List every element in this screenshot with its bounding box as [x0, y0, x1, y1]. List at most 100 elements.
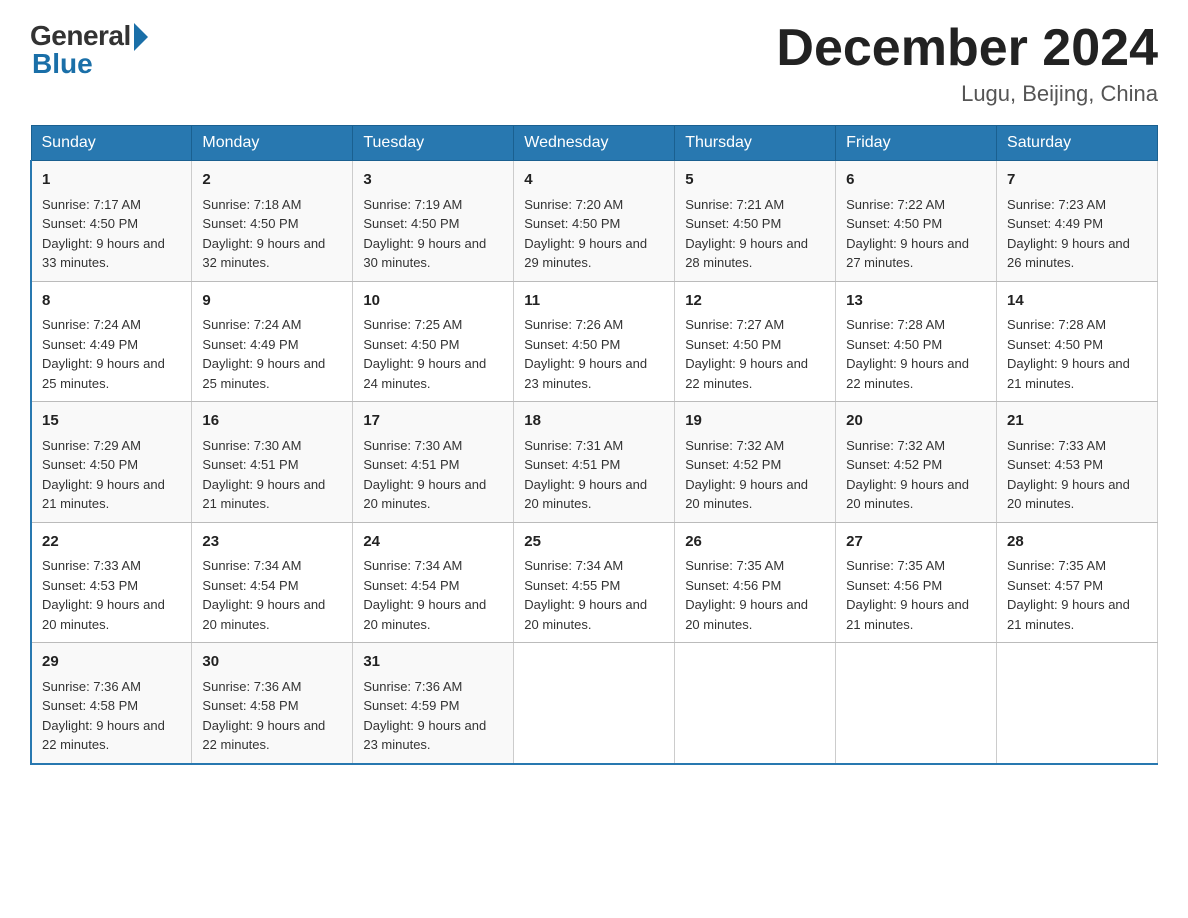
- week-row-2: 8 Sunrise: 7:24 AMSunset: 4:49 PMDayligh…: [31, 281, 1158, 402]
- logo-blue-text: Blue: [32, 48, 93, 80]
- calendar-cell: 31 Sunrise: 7:36 AMSunset: 4:59 PMDaylig…: [353, 643, 514, 764]
- calendar-cell: [836, 643, 997, 764]
- day-info: Sunrise: 7:35 AMSunset: 4:56 PMDaylight:…: [685, 558, 808, 632]
- day-info: Sunrise: 7:31 AMSunset: 4:51 PMDaylight:…: [524, 438, 647, 512]
- day-info: Sunrise: 7:24 AMSunset: 4:49 PMDaylight:…: [42, 317, 165, 391]
- day-number: 12: [685, 290, 825, 313]
- day-info: Sunrise: 7:36 AMSunset: 4:58 PMDaylight:…: [202, 679, 325, 753]
- calendar-cell: 19 Sunrise: 7:32 AMSunset: 4:52 PMDaylig…: [675, 402, 836, 523]
- day-info: Sunrise: 7:34 AMSunset: 4:54 PMDaylight:…: [202, 558, 325, 632]
- day-number: 26: [685, 531, 825, 554]
- calendar-cell: [675, 643, 836, 764]
- calendar-cell: 14 Sunrise: 7:28 AMSunset: 4:50 PMDaylig…: [997, 281, 1158, 402]
- day-info: Sunrise: 7:35 AMSunset: 4:57 PMDaylight:…: [1007, 558, 1130, 632]
- day-info: Sunrise: 7:34 AMSunset: 4:54 PMDaylight:…: [363, 558, 486, 632]
- calendar-cell: 25 Sunrise: 7:34 AMSunset: 4:55 PMDaylig…: [514, 522, 675, 643]
- calendar-cell: 30 Sunrise: 7:36 AMSunset: 4:58 PMDaylig…: [192, 643, 353, 764]
- day-info: Sunrise: 7:26 AMSunset: 4:50 PMDaylight:…: [524, 317, 647, 391]
- day-number: 4: [524, 169, 664, 192]
- day-number: 5: [685, 169, 825, 192]
- calendar-cell: 5 Sunrise: 7:21 AMSunset: 4:50 PMDayligh…: [675, 161, 836, 282]
- calendar-cell: 13 Sunrise: 7:28 AMSunset: 4:50 PMDaylig…: [836, 281, 997, 402]
- calendar-cell: 28 Sunrise: 7:35 AMSunset: 4:57 PMDaylig…: [997, 522, 1158, 643]
- location-text: Lugu, Beijing, China: [776, 81, 1158, 107]
- header-thursday: Thursday: [675, 126, 836, 161]
- calendar-cell: 21 Sunrise: 7:33 AMSunset: 4:53 PMDaylig…: [997, 402, 1158, 523]
- calendar-cell: [514, 643, 675, 764]
- calendar-cell: 3 Sunrise: 7:19 AMSunset: 4:50 PMDayligh…: [353, 161, 514, 282]
- day-number: 7: [1007, 169, 1147, 192]
- week-row-5: 29 Sunrise: 7:36 AMSunset: 4:58 PMDaylig…: [31, 643, 1158, 764]
- day-info: Sunrise: 7:21 AMSunset: 4:50 PMDaylight:…: [685, 197, 808, 271]
- day-number: 15: [42, 410, 181, 433]
- day-info: Sunrise: 7:36 AMSunset: 4:59 PMDaylight:…: [363, 679, 486, 753]
- calendar-cell: 18 Sunrise: 7:31 AMSunset: 4:51 PMDaylig…: [514, 402, 675, 523]
- day-number: 1: [42, 169, 181, 192]
- week-row-1: 1 Sunrise: 7:17 AMSunset: 4:50 PMDayligh…: [31, 161, 1158, 282]
- title-area: December 2024 Lugu, Beijing, China: [776, 20, 1158, 107]
- day-number: 2: [202, 169, 342, 192]
- day-info: Sunrise: 7:22 AMSunset: 4:50 PMDaylight:…: [846, 197, 969, 271]
- month-title: December 2024: [776, 20, 1158, 77]
- calendar-cell: 10 Sunrise: 7:25 AMSunset: 4:50 PMDaylig…: [353, 281, 514, 402]
- calendar-cell: 6 Sunrise: 7:22 AMSunset: 4:50 PMDayligh…: [836, 161, 997, 282]
- header-monday: Monday: [192, 126, 353, 161]
- header-sunday: Sunday: [31, 126, 192, 161]
- day-info: Sunrise: 7:17 AMSunset: 4:50 PMDaylight:…: [42, 197, 165, 271]
- calendar-cell: 8 Sunrise: 7:24 AMSunset: 4:49 PMDayligh…: [31, 281, 192, 402]
- header-saturday: Saturday: [997, 126, 1158, 161]
- day-info: Sunrise: 7:23 AMSunset: 4:49 PMDaylight:…: [1007, 197, 1130, 271]
- day-info: Sunrise: 7:28 AMSunset: 4:50 PMDaylight:…: [846, 317, 969, 391]
- header-friday: Friday: [836, 126, 997, 161]
- day-info: Sunrise: 7:25 AMSunset: 4:50 PMDaylight:…: [363, 317, 486, 391]
- calendar-cell: 23 Sunrise: 7:34 AMSunset: 4:54 PMDaylig…: [192, 522, 353, 643]
- day-number: 17: [363, 410, 503, 433]
- day-info: Sunrise: 7:19 AMSunset: 4:50 PMDaylight:…: [363, 197, 486, 271]
- day-number: 8: [42, 290, 181, 313]
- day-info: Sunrise: 7:18 AMSunset: 4:50 PMDaylight:…: [202, 197, 325, 271]
- day-number: 22: [42, 531, 181, 554]
- calendar-cell: 9 Sunrise: 7:24 AMSunset: 4:49 PMDayligh…: [192, 281, 353, 402]
- day-number: 10: [363, 290, 503, 313]
- day-info: Sunrise: 7:30 AMSunset: 4:51 PMDaylight:…: [363, 438, 486, 512]
- day-number: 20: [846, 410, 986, 433]
- calendar-cell: 27 Sunrise: 7:35 AMSunset: 4:56 PMDaylig…: [836, 522, 997, 643]
- day-info: Sunrise: 7:29 AMSunset: 4:50 PMDaylight:…: [42, 438, 165, 512]
- calendar-cell: 20 Sunrise: 7:32 AMSunset: 4:52 PMDaylig…: [836, 402, 997, 523]
- day-number: 9: [202, 290, 342, 313]
- calendar-cell: 26 Sunrise: 7:35 AMSunset: 4:56 PMDaylig…: [675, 522, 836, 643]
- day-number: 23: [202, 531, 342, 554]
- calendar-cell: 16 Sunrise: 7:30 AMSunset: 4:51 PMDaylig…: [192, 402, 353, 523]
- week-row-4: 22 Sunrise: 7:33 AMSunset: 4:53 PMDaylig…: [31, 522, 1158, 643]
- logo-arrow-icon: [134, 23, 148, 51]
- day-info: Sunrise: 7:33 AMSunset: 4:53 PMDaylight:…: [42, 558, 165, 632]
- calendar-cell: 7 Sunrise: 7:23 AMSunset: 4:49 PMDayligh…: [997, 161, 1158, 282]
- day-number: 31: [363, 651, 503, 674]
- calendar-header-row: SundayMondayTuesdayWednesdayThursdayFrid…: [31, 126, 1158, 161]
- day-number: 18: [524, 410, 664, 433]
- calendar-cell: 29 Sunrise: 7:36 AMSunset: 4:58 PMDaylig…: [31, 643, 192, 764]
- header-wednesday: Wednesday: [514, 126, 675, 161]
- day-number: 13: [846, 290, 986, 313]
- calendar-cell: 4 Sunrise: 7:20 AMSunset: 4:50 PMDayligh…: [514, 161, 675, 282]
- day-info: Sunrise: 7:20 AMSunset: 4:50 PMDaylight:…: [524, 197, 647, 271]
- calendar-cell: 17 Sunrise: 7:30 AMSunset: 4:51 PMDaylig…: [353, 402, 514, 523]
- day-info: Sunrise: 7:35 AMSunset: 4:56 PMDaylight:…: [846, 558, 969, 632]
- day-number: 14: [1007, 290, 1147, 313]
- calendar-cell: 1 Sunrise: 7:17 AMSunset: 4:50 PMDayligh…: [31, 161, 192, 282]
- day-number: 30: [202, 651, 342, 674]
- calendar-cell: 12 Sunrise: 7:27 AMSunset: 4:50 PMDaylig…: [675, 281, 836, 402]
- day-number: 3: [363, 169, 503, 192]
- day-info: Sunrise: 7:34 AMSunset: 4:55 PMDaylight:…: [524, 558, 647, 632]
- day-info: Sunrise: 7:24 AMSunset: 4:49 PMDaylight:…: [202, 317, 325, 391]
- day-number: 16: [202, 410, 342, 433]
- day-info: Sunrise: 7:33 AMSunset: 4:53 PMDaylight:…: [1007, 438, 1130, 512]
- calendar-cell: 15 Sunrise: 7:29 AMSunset: 4:50 PMDaylig…: [31, 402, 192, 523]
- day-info: Sunrise: 7:27 AMSunset: 4:50 PMDaylight:…: [685, 317, 808, 391]
- calendar-cell: 24 Sunrise: 7:34 AMSunset: 4:54 PMDaylig…: [353, 522, 514, 643]
- calendar-table: SundayMondayTuesdayWednesdayThursdayFrid…: [30, 125, 1158, 765]
- calendar-cell: 22 Sunrise: 7:33 AMSunset: 4:53 PMDaylig…: [31, 522, 192, 643]
- day-info: Sunrise: 7:30 AMSunset: 4:51 PMDaylight:…: [202, 438, 325, 512]
- day-info: Sunrise: 7:28 AMSunset: 4:50 PMDaylight:…: [1007, 317, 1130, 391]
- calendar-cell: [997, 643, 1158, 764]
